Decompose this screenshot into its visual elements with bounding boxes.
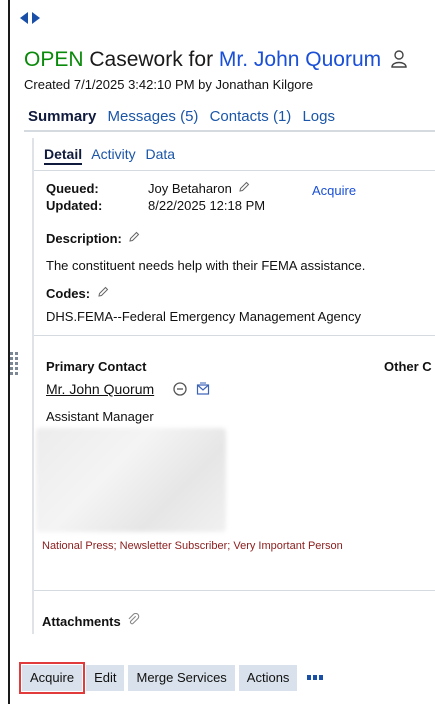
tab-summary[interactable]: Summary: [28, 108, 96, 125]
acquire-button[interactable]: Acquire: [18, 662, 86, 694]
casework-label: Casework for: [89, 48, 214, 71]
tab-logs[interactable]: Logs: [302, 108, 335, 125]
primary-contact-title: Assistant Manager: [46, 409, 154, 424]
queued-value: Joy Betaharon: [148, 181, 250, 196]
merge-services-button[interactable]: Merge Services: [128, 665, 235, 691]
attachments-label-text: Attachments: [42, 614, 121, 629]
queued-label: Queued:: [46, 181, 99, 196]
codes-label-text: Codes:: [46, 286, 91, 301]
pencil-icon[interactable]: [128, 231, 140, 243]
main-tabs: Summary Messages (5) Contacts (1) Logs: [28, 108, 342, 125]
tabs-divider: [24, 130, 435, 132]
email-icon[interactable]: [196, 382, 210, 396]
redacted-address: [36, 428, 226, 532]
subtab-data[interactable]: Data: [145, 146, 175, 162]
description-value: The constituent needs help with their FE…: [46, 258, 366, 273]
description-label-text: Description:: [46, 231, 122, 246]
person-icon[interactable]: [391, 50, 407, 68]
acquire-link[interactable]: Acquire: [312, 183, 356, 198]
subtab-activity[interactable]: Activity: [91, 146, 135, 162]
attachments-label: Attachments: [42, 613, 140, 629]
page-title: OPEN Casework for Mr. John Quorum: [24, 48, 407, 72]
codes-label: Codes:: [46, 286, 109, 301]
subtab-detail[interactable]: Detail: [44, 146, 83, 165]
primary-contact-label: Primary Contact: [46, 359, 147, 374]
grip-icon[interactable]: [10, 352, 18, 378]
pencil-icon[interactable]: [97, 286, 109, 298]
paperclip-icon[interactable]: [127, 613, 140, 626]
summary-content: Detail Activity Data Queued: Joy Betahar…: [32, 138, 435, 634]
codes-value: DHS.FEMA--Federal Emergency Management A…: [46, 309, 362, 324]
subtabs-divider: [34, 170, 435, 171]
created-info: Created 7/1/2025 3:42:10 PM by Jonathan …: [24, 77, 314, 92]
collapse-arrows-icon[interactable]: [20, 12, 40, 24]
pencil-icon[interactable]: [238, 181, 250, 193]
tab-messages[interactable]: Messages (5): [108, 108, 199, 125]
more-icon[interactable]: [307, 675, 324, 681]
queued-name: Joy Betaharon: [148, 181, 232, 196]
description-label: Description:: [46, 231, 140, 246]
other-contacts-label: Other C: [384, 359, 432, 374]
updated-label: Updated:: [46, 198, 103, 213]
updated-value: 8/22/2025 12:18 PM: [148, 198, 266, 213]
primary-contact-link[interactable]: Mr. John Quorum: [46, 381, 154, 397]
section-divider: [34, 590, 435, 591]
remove-circle-icon[interactable]: [173, 382, 187, 396]
actions-button[interactable]: Actions: [238, 665, 298, 691]
status-label: OPEN: [24, 48, 84, 71]
section-divider: [34, 335, 435, 336]
tab-contacts[interactable]: Contacts (1): [210, 108, 292, 125]
edit-button[interactable]: Edit: [86, 665, 125, 691]
sub-tabs: Detail Activity Data: [44, 146, 181, 165]
action-toolbar: Acquire Edit Merge Services Actions: [18, 662, 324, 694]
person-name-link[interactable]: Mr. John Quorum: [219, 48, 381, 71]
contact-tags: National Press; Newsletter Subscriber; V…: [42, 540, 343, 552]
